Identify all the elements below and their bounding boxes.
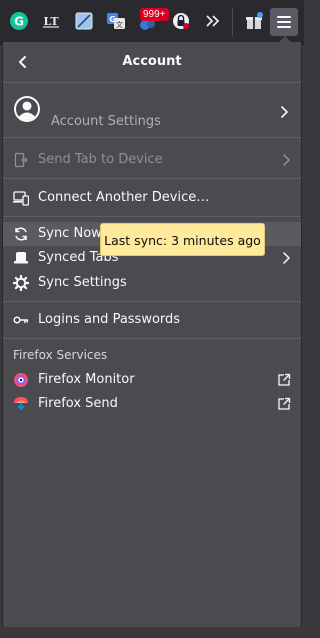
divider	[3, 137, 301, 138]
notification-badge: 999+	[140, 8, 169, 21]
account-settings-label: Account Settings	[51, 114, 161, 129]
connect-device-label: Connect Another Device…	[38, 190, 210, 205]
services-section-title: Firefox Services	[13, 348, 108, 362]
key-icon	[13, 316, 29, 324]
send-tab-label: Send Tab to Device	[38, 152, 163, 167]
divider	[3, 82, 301, 83]
sync-now-label: Sync Now	[38, 226, 102, 241]
sync-settings-label: Sync Settings	[38, 275, 127, 290]
lt-icon[interactable]: LT	[40, 10, 62, 32]
browser-toolbar: G LT G 文 999+	[0, 0, 304, 45]
notes-icon[interactable]	[73, 10, 95, 32]
svg-text:文: 文	[116, 20, 123, 29]
panel-title: Account	[122, 54, 182, 69]
toolbar-separator	[232, 8, 233, 36]
firefox-monitor-label: Firefox Monitor	[38, 372, 135, 387]
external-link-icon	[278, 373, 291, 386]
avatar-icon	[14, 96, 40, 122]
firefox-send-label: Firefox Send	[38, 396, 118, 411]
firefox-monitor-item[interactable]: Firefox Monitor	[3, 368, 301, 392]
translate-icon[interactable]: G 文	[105, 10, 127, 32]
firefox-send-item[interactable]: Firefox Send	[3, 392, 301, 416]
privacy-icon[interactable]	[170, 10, 192, 32]
account-panel: Account Account Settings Send Tab to Dev…	[2, 42, 302, 638]
logins-and-passwords-item[interactable]: Logins and Passwords	[3, 308, 301, 332]
grammarly-icon[interactable]: G	[8, 10, 30, 32]
connect-another-device-item[interactable]: Connect Another Device…	[3, 186, 301, 210]
external-link-icon	[278, 397, 291, 410]
devices-icon	[13, 191, 29, 206]
gear-icon	[13, 275, 29, 291]
window-bottom-edge	[0, 627, 304, 638]
panel-header: Account	[3, 42, 301, 82]
hamburger-menu-icon	[277, 16, 291, 18]
sync-settings-item[interactable]: Sync Settings	[3, 271, 301, 295]
chevron-right-icon	[283, 154, 291, 166]
firefox-monitor-icon	[14, 373, 28, 387]
svg-text:LT: LT	[43, 15, 59, 28]
account-settings-row[interactable]: Account Settings	[3, 92, 301, 132]
extensions-gift-icon[interactable]	[243, 10, 265, 32]
chevron-right-icon	[281, 106, 289, 118]
logins-label: Logins and Passwords	[38, 312, 181, 327]
divider	[3, 338, 301, 339]
overflow-icon[interactable]	[202, 10, 224, 32]
hamburger-line	[277, 21, 291, 23]
hamburger-line	[277, 26, 291, 28]
firefox-send-icon	[14, 397, 28, 411]
send-tab-to-device-item: Send Tab to Device	[3, 148, 301, 172]
hamburger-menu-button[interactable]	[270, 8, 298, 36]
sync-icon	[15, 227, 27, 241]
send-tab-icon	[14, 152, 28, 168]
chevron-right-icon	[283, 252, 291, 264]
divider	[3, 301, 301, 302]
divider	[3, 178, 301, 179]
divider	[3, 216, 301, 217]
synced-tabs-icon	[14, 252, 28, 264]
last-sync-tooltip: Last sync: 3 minutes ago	[100, 223, 265, 256]
svg-text:G: G	[14, 15, 24, 29]
